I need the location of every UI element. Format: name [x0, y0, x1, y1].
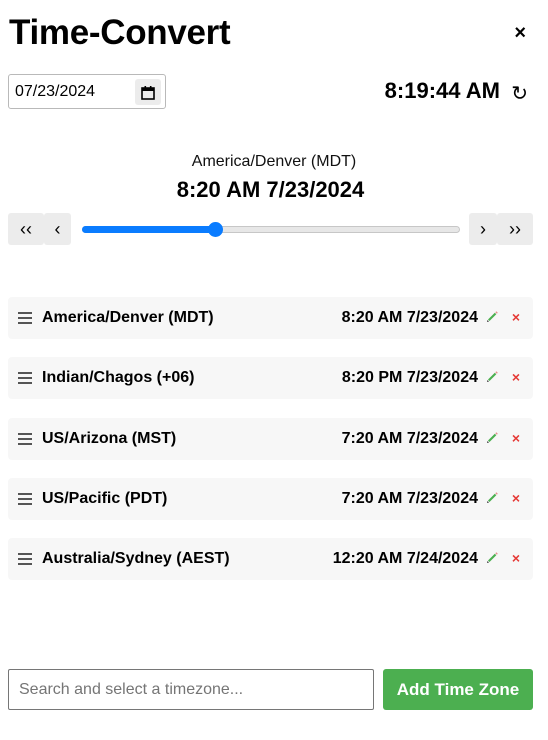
date-value: 07/23/2024 [15, 82, 96, 100]
close-icon[interactable]: × [512, 309, 520, 325]
pencil-icon[interactable] [486, 431, 499, 449]
selected-time: 8:20 AM 7/23/2024 [176, 177, 365, 202]
slider-thumb[interactable] [207, 222, 223, 237]
forward-fast-button[interactable]: ›› [497, 213, 533, 245]
pencil-icon[interactable] [486, 551, 499, 569]
app-title: Time-Convert [9, 13, 231, 52]
close-icon[interactable]: × [512, 369, 520, 385]
timezone-time: 8:20 AM 7/23/2024 [341, 309, 478, 326]
pencil-icon[interactable] [486, 370, 499, 388]
time-slider-row: ‹‹ ‹ › ›› [8, 213, 533, 245]
timezone-name: US/Arizona (MST) [42, 429, 177, 447]
drag-handle-icon[interactable] [18, 432, 32, 445]
forward-button[interactable]: › [469, 213, 497, 245]
timezone-name: Australia/Sydney (AEST) [42, 550, 230, 568]
drag-handle-icon[interactable] [18, 372, 32, 385]
timezone-time: 7:20 AM 7/23/2024 [341, 429, 478, 447]
timezone-search-input[interactable] [8, 669, 374, 710]
timezone-row: America/Denver (MDT) 8:20 AM 7/23/2024 × [8, 297, 533, 339]
add-time-zone-button[interactable]: Add Time Zone [383, 669, 533, 710]
timezone-row: US/Pacific (PDT) 7:20 AM 7/23/2024 × [8, 477, 533, 520]
selected-zone: America/Denver (MDT) [191, 153, 357, 170]
date-picker[interactable]: 07/23/2024 [8, 74, 166, 109]
timezone-time: 8:20 PM 7/23/2024 [341, 369, 478, 387]
refresh-icon[interactable]: ↻ [511, 81, 528, 106]
close-icon[interactable]: × [512, 430, 520, 446]
pencil-icon[interactable] [486, 310, 499, 328]
timezone-name: Indian/Chagos (+06) [42, 369, 195, 387]
close-icon[interactable]: × [512, 490, 520, 506]
current-time: 8:19:44 AM [384, 78, 500, 103]
rewind-button[interactable]: ‹ [44, 213, 71, 245]
timezone-name: America/Denver (MDT) [42, 309, 214, 326]
rewind-fast-button[interactable]: ‹‹ [8, 213, 44, 245]
timezone-name: US/Pacific (PDT) [42, 489, 168, 507]
timezone-time: 7:20 AM 7/23/2024 [341, 489, 478, 507]
timezone-row: Australia/Sydney (AEST) 12:20 AM 7/24/202… [8, 538, 533, 581]
time-slider[interactable] [82, 222, 460, 237]
timezone-row: Indian/Chagos (+06) 8:20 PM 7/23/2024 × [8, 357, 533, 400]
calendar-icon[interactable] [135, 79, 161, 105]
drag-handle-icon[interactable] [18, 312, 32, 324]
timezone-time: 12:20 AM 7/24/2024 [332, 550, 478, 568]
slider-fill [82, 226, 214, 233]
pencil-icon[interactable] [486, 491, 499, 509]
drag-handle-icon[interactable] [18, 492, 32, 505]
close-button[interactable]: × [514, 22, 526, 44]
drag-handle-icon[interactable] [18, 553, 32, 566]
timezone-row: US/Arizona (MST) 7:20 AM 7/23/2024 × [8, 417, 533, 460]
close-icon[interactable]: × [512, 550, 520, 566]
timezone-list: America/Denver (MDT) 8:20 AM 7/23/2024 × In… [8, 297, 533, 598]
